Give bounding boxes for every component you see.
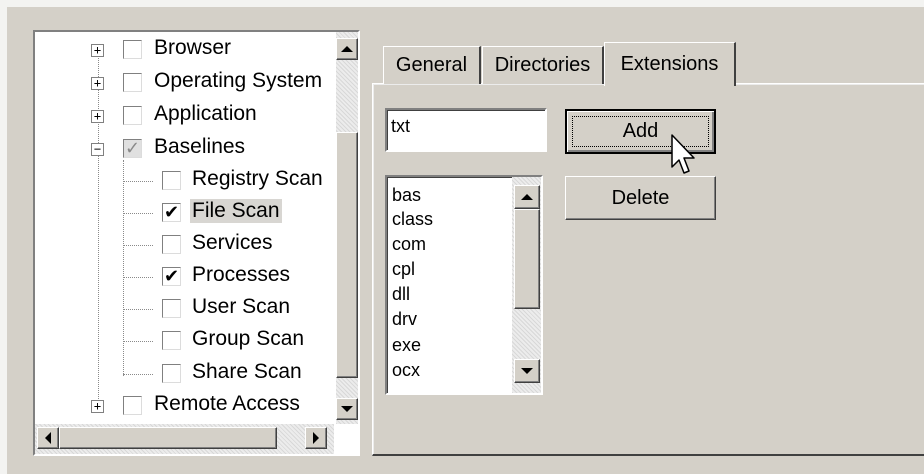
list-vertical-scroll-thumb[interactable]: [514, 209, 540, 309]
tree-label: Remote Access: [154, 392, 300, 415]
tree-vertical-scroll-thumb[interactable]: [336, 132, 358, 378]
list-scroll-up-button[interactable]: [514, 185, 540, 209]
scroll-right-button[interactable]: [305, 427, 327, 449]
tree-item-browser[interactable]: + Browser: [35, 35, 335, 65]
expand-icon[interactable]: +: [91, 77, 104, 90]
tree-horizontal-scroll-thumb[interactable]: [59, 427, 277, 449]
checkbox-group-scan[interactable]: [162, 331, 181, 350]
tree-label: Registry Scan: [192, 167, 323, 190]
checkbox-baselines[interactable]: ✓: [123, 139, 142, 158]
list-item[interactable]: cpl: [392, 259, 415, 279]
checkbox-browser[interactable]: [123, 40, 142, 59]
tree-label: User Scan: [192, 295, 291, 318]
checkbox-share-scan[interactable]: [162, 364, 181, 383]
checkbox-operating-system[interactable]: [123, 73, 142, 92]
expand-icon[interactable]: +: [91, 44, 104, 57]
tree-label: Processes: [192, 263, 291, 286]
delete-button[interactable]: Delete: [565, 176, 716, 220]
tree-item-registry-scan[interactable]: Registry Scan: [35, 166, 335, 196]
extension-input[interactable]: txt: [385, 108, 547, 152]
arrow-down-icon: [341, 406, 353, 412]
delete-button-label: Delete: [611, 186, 670, 209]
scroll-up-button[interactable]: [336, 38, 358, 60]
list-item[interactable]: exe: [392, 335, 421, 355]
expand-icon[interactable]: +: [91, 400, 104, 413]
tree-label: Group Scan: [192, 327, 305, 350]
list-scroll-down-button[interactable]: [514, 359, 540, 383]
tree-item-share-scan[interactable]: Share Scan: [35, 359, 335, 389]
mouse-pointer-icon: [671, 134, 695, 174]
list-item[interactable]: ocx: [392, 360, 420, 380]
arrow-up-icon: [521, 194, 533, 200]
tree-label: Application: [154, 102, 257, 125]
tree-item-application[interactable]: + Application: [35, 101, 335, 131]
checkbox-remote-access[interactable]: [123, 396, 142, 415]
tree-item-baselines[interactable]: − ✓ Baselines: [35, 134, 335, 164]
tree-item-file-scan[interactable]: ✔ File Scan: [35, 198, 335, 228]
checkbox-user-scan[interactable]: [162, 299, 181, 318]
extensions-list[interactable]: bas class com cpl dll drv exe ocx: [385, 175, 543, 395]
tree-label: Browser: [154, 36, 232, 59]
list-item[interactable]: class: [392, 209, 433, 229]
tree-label: Baselines: [154, 135, 246, 158]
scroll-left-button[interactable]: [37, 427, 59, 449]
list-item[interactable]: drv: [392, 309, 417, 329]
tree-view[interactable]: + Browser + Operating System + Applicati…: [33, 30, 360, 456]
expand-icon[interactable]: +: [91, 110, 104, 123]
checkbox-processes[interactable]: ✔: [162, 267, 181, 286]
tab-directories[interactable]: Directories: [482, 46, 604, 84]
tree-item-processes[interactable]: ✔ Processes: [35, 262, 335, 292]
tab-extensions[interactable]: Extensions: [604, 42, 736, 86]
tree-label: Services: [192, 231, 273, 254]
tree-item-group-scan[interactable]: Group Scan: [35, 326, 335, 356]
tree-item-user-scan[interactable]: User Scan: [35, 294, 335, 324]
collapse-icon[interactable]: −: [91, 143, 104, 156]
tree-item-remote-access[interactable]: + Remote Access: [35, 391, 335, 421]
list-item[interactable]: bas: [392, 185, 421, 205]
arrow-up-icon: [341, 46, 353, 52]
tab-general[interactable]: General: [383, 46, 481, 84]
scroll-down-button[interactable]: [336, 398, 358, 420]
arrow-left-icon: [45, 432, 51, 444]
checkbox-registry-scan[interactable]: [162, 171, 181, 190]
checkbox-file-scan[interactable]: ✔: [162, 203, 181, 222]
list-item[interactable]: com: [392, 234, 426, 254]
tree-label: Operating System: [154, 69, 323, 92]
list-item[interactable]: dll: [392, 284, 410, 304]
tree-label: Share Scan: [192, 360, 302, 383]
checkbox-services[interactable]: [162, 235, 181, 254]
arrow-right-icon: [313, 432, 319, 444]
checkbox-application[interactable]: [123, 106, 142, 125]
arrow-down-icon: [521, 368, 533, 374]
tree-item-services[interactable]: Services: [35, 230, 335, 260]
tree-item-operating-system[interactable]: + Operating System: [35, 68, 335, 98]
tree-label: File Scan: [190, 199, 282, 223]
